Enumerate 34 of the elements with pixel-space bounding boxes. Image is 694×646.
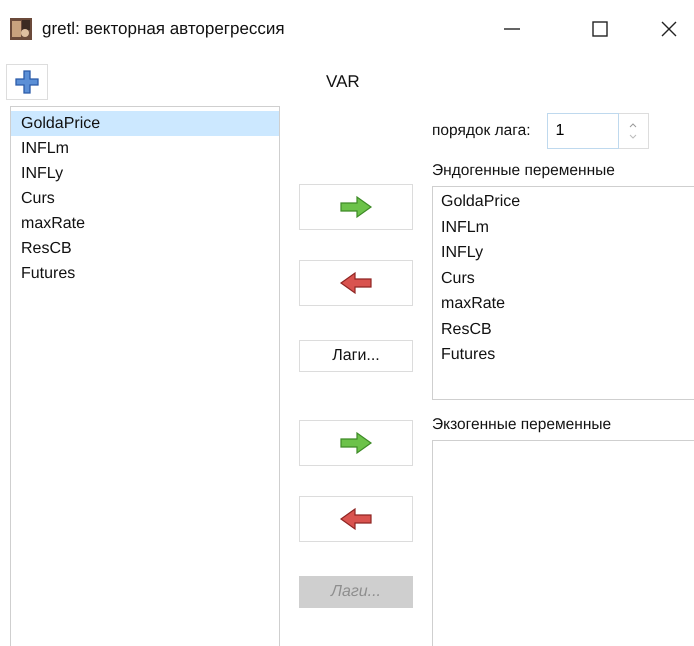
right-arrow-icon (338, 429, 374, 457)
variable-item[interactable]: GoldaPrice (11, 111, 279, 136)
lag-order-field[interactable]: 1 (546, 113, 619, 149)
section-title: Экзогенные переменные (432, 415, 612, 435)
variable-item[interactable]: INFLy (433, 240, 694, 266)
maximize-icon (590, 19, 610, 39)
variable-item[interactable]: ResCB (11, 236, 279, 261)
variable-item[interactable]: GoldaPrice (433, 189, 694, 214)
variable-item[interactable]: INFLy (11, 161, 279, 186)
add-button[interactable] (6, 64, 48, 100)
minimize-icon (504, 28, 520, 30)
lags-button[interactable]: Лаги... (299, 340, 413, 372)
section-title: Эндогенные переменные (432, 161, 616, 181)
variable-item[interactable]: Curs (433, 266, 694, 291)
variable-item[interactable]: INFLm (11, 136, 279, 161)
variable-item[interactable]: Futures (433, 342, 694, 368)
remove-button[interactable] (299, 496, 413, 542)
variable-item[interactable]: Curs (11, 186, 279, 211)
close-icon (659, 19, 679, 39)
app-icon (10, 18, 32, 40)
variable-item[interactable]: INFLm (433, 214, 694, 240)
plus-icon (14, 69, 40, 95)
variable-item[interactable]: maxRate (11, 211, 279, 236)
variable-item[interactable]: Futures (11, 261, 279, 286)
lag-order-label: порядок лага: (432, 121, 531, 142)
window-title: gretl: векторная авторегрессия (42, 18, 285, 40)
variable-item[interactable]: ResCB (433, 316, 694, 342)
variable-item[interactable]: maxRate (433, 291, 694, 316)
right-arrow-icon (338, 193, 374, 221)
left-arrow-icon (338, 269, 374, 297)
spin-buttons[interactable] (618, 113, 649, 149)
left-arrow-icon (338, 505, 374, 533)
model-heading: VAR (326, 71, 360, 94)
remove-button[interactable] (299, 260, 413, 306)
